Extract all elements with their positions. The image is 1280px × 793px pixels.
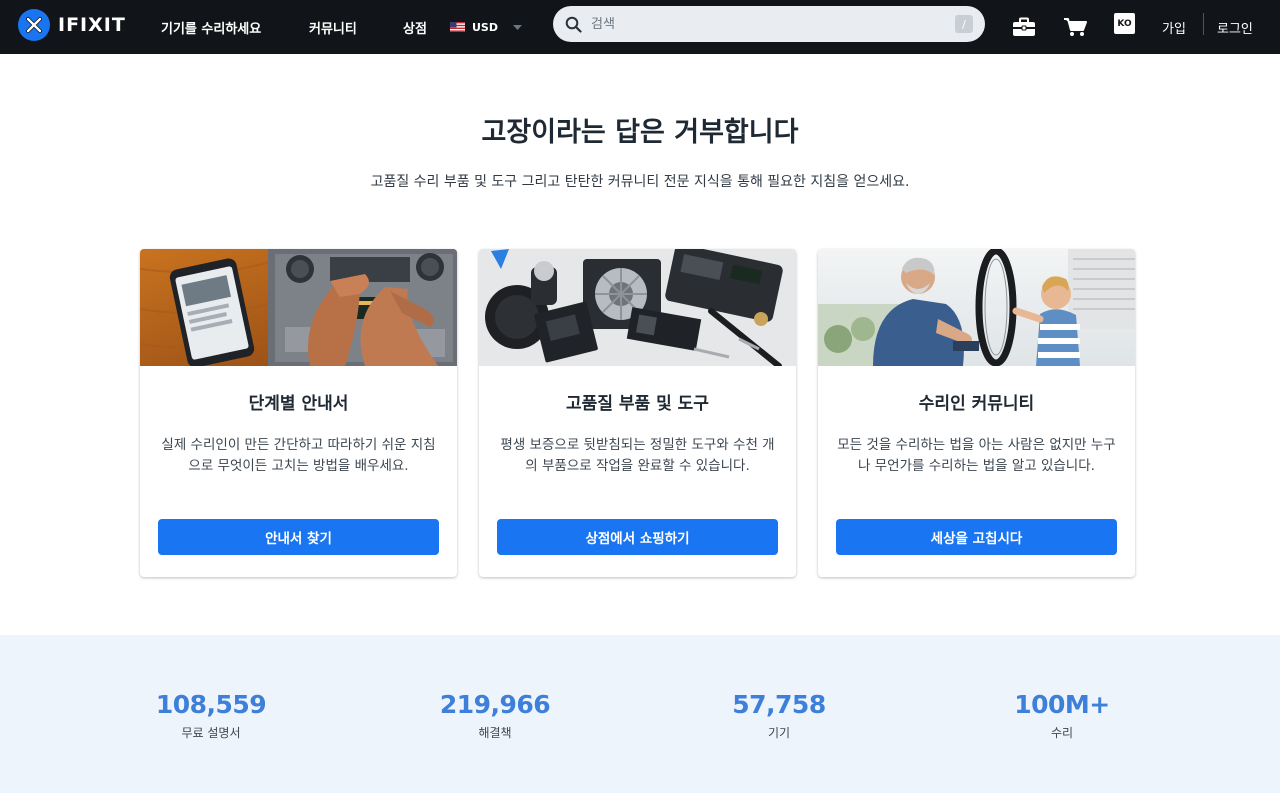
login-link[interactable]: 로그인 (1217, 0, 1253, 54)
stat-solutions: 219,966 해결책 (395, 690, 595, 741)
search-shortcut-key: / (955, 15, 973, 33)
hero-subtitle: 고품질 수리 부품 및 도구 그리고 탄탄한 커뮤니티 전문 지식을 통해 필요… (370, 174, 910, 190)
stat-devices: 57,758 기기 (679, 690, 879, 741)
stat-guides: 108,559 무료 설명서 (111, 690, 311, 741)
stat-repairs-value: 100M+ (1014, 690, 1110, 719)
us-flag-icon (450, 22, 465, 32)
nav-community[interactable]: 커뮤니티 (309, 0, 357, 54)
card-guides-title: 단계별 안내서 (248, 394, 349, 414)
toolbox-button[interactable] (1012, 0, 1036, 54)
stat-guides-label: 무료 설명서 (181, 726, 241, 740)
currency-selector[interactable]: USD (450, 0, 522, 54)
search-bar[interactable]: / (553, 6, 985, 42)
guides-image (140, 249, 457, 366)
card-community-title: 수리인 커뮤니티 (918, 394, 1035, 414)
nav-fix-your-stuff[interactable]: 기기를 수리하세요 (161, 0, 261, 54)
nav-store[interactable]: 상점 (403, 0, 427, 54)
currency-label: USD (472, 20, 498, 34)
shop-store-button[interactable]: 상점에서 쇼핑하기 (497, 519, 778, 555)
stat-guides-value: 108,559 (155, 690, 267, 719)
cart-icon (1064, 18, 1087, 36)
card-community-description: 모든 것을 수리하는 법을 아는 사람은 없지만 누구나 무언가를 수리하는 법… (837, 437, 1116, 474)
ifixit-logo[interactable]: IFIXIT (18, 9, 126, 41)
toolbox-icon (1013, 17, 1035, 36)
stat-devices-label: 기기 (767, 726, 791, 740)
stat-repairs-label: 수리 (1050, 726, 1074, 740)
card-guides: 단계별 안내서 실제 수리인이 만든 간단하고 따라하기 쉬운 지침으로 무엇이… (140, 249, 457, 577)
card-parts-tools-title: 고품질 부품 및 도구 (566, 394, 709, 414)
stat-devices-value: 57,758 (732, 690, 826, 719)
card-parts-tools-description: 평생 보증으로 뒷받침되는 정밀한 도구와 수천 개의 부품으로 작업을 완료할… (500, 437, 775, 474)
community-image (818, 249, 1135, 366)
stat-repairs: 100M+ 수리 (962, 690, 1162, 741)
find-guide-button[interactable]: 안내서 찾기 (158, 519, 439, 555)
cart-button[interactable] (1063, 0, 1087, 54)
card-community: 수리인 커뮤니티 모든 것을 수리하는 법을 아는 사람은 없지만 누구나 무언… (818, 249, 1135, 577)
signup-link[interactable]: 가입 (1162, 0, 1186, 54)
language-selector[interactable]: KO (1114, 13, 1135, 34)
card-guides-description: 실제 수리인이 만든 간단하고 따라하기 쉬운 지침으로 무엇이든 고치는 방법… (161, 437, 436, 474)
search-icon (565, 15, 583, 33)
ifixit-logo-icon (18, 9, 50, 41)
search-input[interactable] (591, 16, 955, 32)
top-navigation-bar: IFIXIT 기기를 수리하세요 커뮤니티 상점 USD 검색 / KO 가입 … (0, 0, 1280, 54)
parts-tools-image (479, 249, 796, 366)
fix-the-world-button[interactable]: 세상을 고칩시다 (836, 519, 1117, 555)
chevron-down-icon (513, 21, 522, 34)
stats-section: 108,559 무료 설명서 219,966 해결책 57,758 기기 100… (0, 635, 1280, 793)
header-divider (1203, 13, 1204, 35)
stat-solutions-label: 해결책 (478, 726, 512, 740)
hero-title: 고장이라는 답은 거부합니다 (481, 117, 799, 148)
logo-wordmark: IFIXIT (58, 14, 126, 36)
stat-solutions-value: 219,966 (439, 690, 551, 719)
card-parts-tools: 고품질 부품 및 도구 평생 보증으로 뒷받침되는 정밀한 도구와 수천 개의 … (479, 249, 796, 577)
